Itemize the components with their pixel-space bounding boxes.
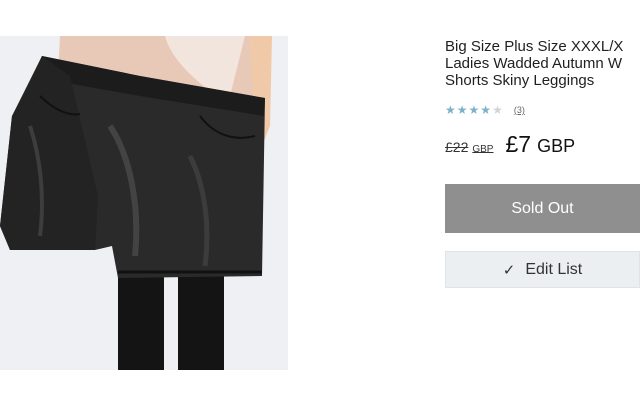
rating: ★ ★ ★ ★ ★ (3) bbox=[445, 103, 640, 117]
sold-out-label: Sold Out bbox=[511, 199, 574, 217]
original-price-unit: GBP bbox=[472, 144, 494, 155]
sold-out-button[interactable]: Sold Out bbox=[445, 184, 640, 233]
checkmark-icon: ✓ bbox=[502, 261, 516, 279]
currency-label: GBP bbox=[537, 136, 576, 156]
product-title-line: Ladies Wadded Autumn W bbox=[445, 55, 623, 72]
star-icon: ★ bbox=[456, 103, 468, 117]
price-row: £22 GBP £7 GBP bbox=[445, 131, 640, 158]
edit-list-label: Edit List bbox=[525, 260, 583, 278]
leather-shorts-illustration bbox=[0, 36, 288, 370]
star-icon: ★ bbox=[480, 103, 492, 117]
product-title-line: Big Size Plus Size XXXL/X bbox=[445, 38, 624, 55]
star-icon: ★ bbox=[468, 103, 480, 117]
star-icon: ★ bbox=[492, 103, 503, 117]
original-price: £22 GBP bbox=[445, 139, 493, 155]
edit-list-button[interactable]: ✓ Edit List bbox=[445, 251, 640, 288]
star-icon: ★ bbox=[445, 103, 456, 117]
review-count-link[interactable]: (3) bbox=[514, 105, 525, 115]
product-title-line: Shorts Skiny Leggings bbox=[445, 72, 595, 89]
original-price-value: £22 bbox=[445, 139, 469, 155]
product-image[interactable] bbox=[0, 36, 288, 370]
product-title[interactable]: Big Size Plus Size XXXL/X Ladies Wadded … bbox=[445, 38, 640, 89]
product-info-panel: Big Size Plus Size XXXL/X Ladies Wadded … bbox=[445, 38, 640, 288]
sale-price: £7 GBP bbox=[505, 131, 575, 158]
sale-price-value: £7 bbox=[505, 131, 532, 157]
